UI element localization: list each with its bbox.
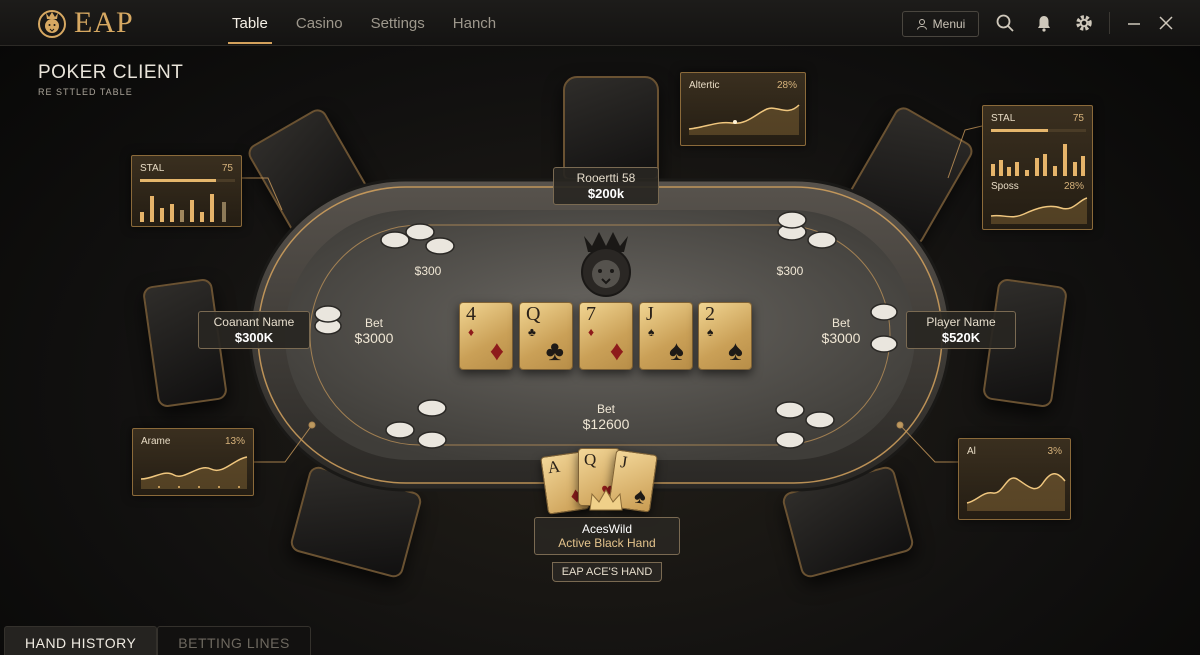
stat-label: Altertic [689,80,720,91]
bet-left-label: Bet [364,316,383,330]
card-rank: 2 [705,303,715,325]
stat-label: STAL [140,163,165,174]
card-suit-small: ♠ [648,325,655,339]
player-plate-right[interactable]: Player Name $520K [906,311,1016,349]
player-left-name: Coanant Name [213,315,295,329]
stat-label: Sposs [991,181,1019,192]
stat-sparkline [990,197,1088,224]
stat-sparkline [966,473,1066,511]
stat-bar-chart [140,194,226,222]
stat-label: STAL [991,113,1016,124]
community-card: 2 ♠ ♠ [698,302,752,370]
card-suit: ♠ [632,482,648,509]
player-top-name: Rooertti 58 [576,171,636,185]
stat-panel-top-center[interactable]: Altertic 28% [680,72,806,146]
stat-value: 75 [221,163,233,174]
card-suit-small: ♣ [528,325,536,339]
card-rank: Q [526,303,541,325]
hero-tag: EAP ACE'S HAND [552,562,662,582]
hero-plate[interactable]: AcesWild Active Black Hand [534,517,680,555]
stat-panel-right-bottom[interactable]: Al 3% [958,438,1071,520]
pot-top-right: $300 [776,264,804,278]
card-suit: ♦ [489,335,504,366]
stat-progress-track [991,129,1086,132]
player-right-name: Player Name [926,315,996,329]
card-suit: ♠ [669,335,684,366]
stat-value: 13% [224,436,245,447]
community-card: Q ♣ ♣ [519,302,573,370]
bet-right-value: $3000 [821,330,861,346]
card-rank: J [619,452,629,472]
card-rank: J [646,303,654,325]
bet-left: Bet $3000 [344,316,404,347]
stat-progress-fill [991,129,1048,132]
bet-right: Bet $3000 [810,316,872,347]
stat-value: 28% [776,80,797,91]
card-suit-small: ♠ [707,325,714,339]
chip-stack-left [314,305,342,335]
card-suit: ♠ [728,335,743,366]
bet-center: Bet $12600 [570,402,642,433]
stat-panel-top-right[interactable]: STAL 75 Sposs 28% [982,105,1093,230]
community-card: 4 ♦ ♦ [459,302,513,370]
bet-right-label: Bet [831,316,850,330]
tab-betting-lines[interactable]: BETTING LINES [157,626,311,655]
stat-label: Al [967,446,976,457]
card-rank: 4 [466,303,476,325]
stat-value: 3% [1047,446,1062,457]
stat-progress-track [140,179,235,182]
card-suit: ♣ [545,335,564,366]
player-right-stack: $520K [941,330,981,345]
community-card: 7 ♦ ♦ [579,302,633,370]
card-suit-small: ♦ [588,325,595,339]
card-rank: A [546,456,562,478]
bet-center-label: Bet [596,402,615,416]
card-suit-small: ♦ [468,325,475,339]
card-suit: ♦ [609,335,624,366]
player-top-stack: $200k [587,186,625,201]
bet-left-value: $3000 [354,330,394,346]
stat-panel-left-bottom[interactable]: Arame 13% [132,428,254,496]
player-plate-left[interactable]: Coanant Name $300K [198,311,310,349]
bottom-tabs: HAND HISTORY BETTING LINES [4,626,311,655]
pot-top-left: $300 [414,264,442,278]
stat-sparkline [688,104,800,135]
stat-progress-fill [140,179,216,182]
crown-icon [589,489,623,511]
player-left-stack: $300K [234,330,274,345]
stat-panel-left-top[interactable]: STAL 75 [131,155,242,227]
stat-label: Arame [141,436,171,447]
stat-sparkline [140,456,248,489]
hero-name: AcesWild [581,522,632,536]
stat-value: 28% [1063,181,1084,192]
hero-status: Active Black Hand [558,536,656,550]
stat-value: 75 [1072,113,1084,124]
stat-bar-chart [991,144,1085,176]
card-rank: 7 [586,303,596,325]
card-rank: Q [584,450,597,469]
tab-hand-history[interactable]: HAND HISTORY [4,626,158,655]
bet-center-value: $12600 [582,416,630,432]
community-card: J ♠ ♠ [639,302,693,370]
player-plate-top[interactable]: Rooertti 58 $200k [553,167,659,205]
